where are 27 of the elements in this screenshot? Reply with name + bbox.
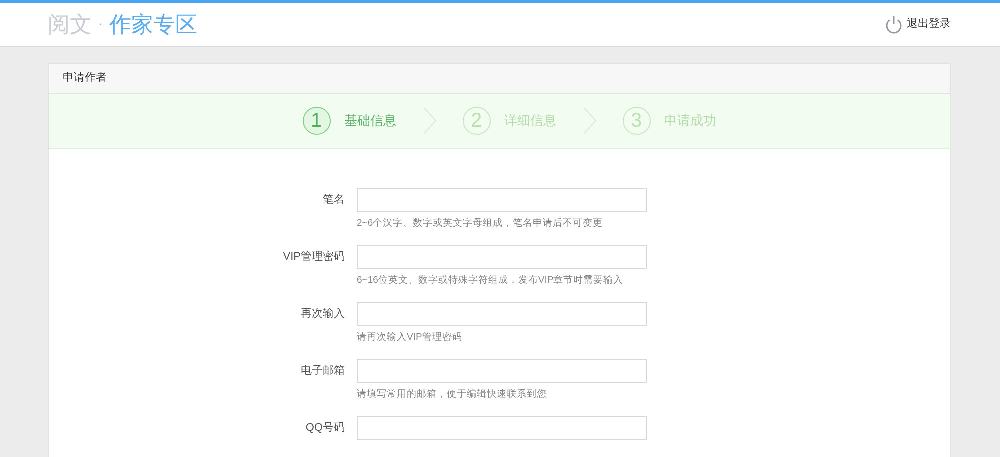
- logout-link[interactable]: 退出登录: [885, 14, 951, 34]
- chevron-icon: [582, 107, 596, 135]
- step-number: 2: [462, 107, 490, 135]
- field-label: VIP管理密码: [282, 250, 346, 265]
- input-field[interactable]: [357, 416, 647, 440]
- input-field[interactable]: [357, 359, 647, 383]
- field-hint: 请再次输入VIP管理密码: [357, 331, 464, 345]
- step-label: 申请成功: [664, 112, 716, 130]
- power-icon: [885, 14, 903, 34]
- step-number: 3: [622, 107, 650, 135]
- input-field[interactable]: [357, 188, 647, 212]
- field-label: QQ号码: [304, 421, 346, 436]
- step-label: 基础信息: [344, 112, 396, 130]
- logo-separator: ·: [98, 14, 104, 34]
- step-label: 详细信息: [504, 112, 556, 130]
- field-label: 再次输入: [300, 307, 346, 322]
- field-hint: 6~16位英文、数字或特殊字符组成，发布VIP章节时需要输入: [357, 274, 625, 288]
- input-field[interactable]: [357, 302, 647, 326]
- field-hint: 请填写常用的邮箱，便于编辑快速联系到您: [357, 388, 548, 402]
- field-hint: 2~6个汉字、数字或英文字母组成，笔名申请后不可变更: [357, 217, 604, 231]
- field-label: 笔名: [322, 193, 346, 208]
- step-number: 1: [302, 107, 330, 135]
- card-title: 申请作者: [63, 71, 107, 86]
- logo-title: 作家专区: [109, 11, 198, 39]
- input-field[interactable]: [357, 245, 647, 269]
- chevron-icon: [422, 107, 436, 135]
- field-label: 电子邮箱: [300, 364, 346, 379]
